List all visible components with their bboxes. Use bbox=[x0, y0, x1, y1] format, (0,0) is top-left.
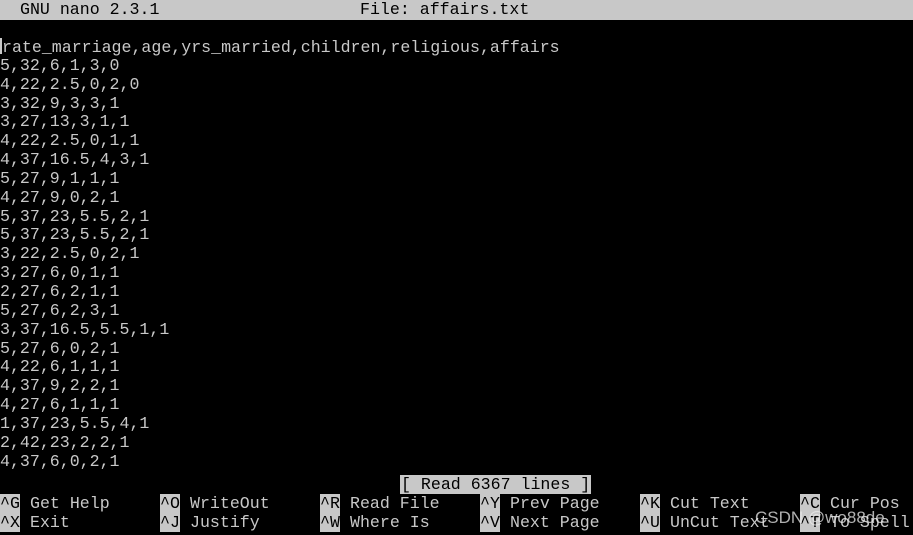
text-line[interactable]: 4,22,2.5,0,1,1 bbox=[0, 131, 560, 151]
shortcut-label: WriteOut bbox=[190, 494, 270, 513]
title-bar: GNU nano 2.3.1 File: affairs.txt bbox=[0, 0, 913, 20]
shortcut-key: ^O bbox=[160, 494, 180, 513]
shortcut-label: Next Page bbox=[510, 513, 600, 532]
shortcut-uncut-text[interactable]: ^U UnCut Text bbox=[640, 513, 770, 532]
shortcut-exit[interactable]: ^X Exit bbox=[0, 513, 70, 532]
line-text: 2,42,23,2,2,1 bbox=[0, 432, 130, 452]
text-line[interactable]: 4,27,9,0,2,1 bbox=[0, 187, 560, 208]
shortcut-justify[interactable]: ^J Justify bbox=[160, 513, 260, 532]
line-text: 4,27,9,0,2,1 bbox=[0, 187, 120, 207]
shortcut-key: ^J bbox=[160, 513, 180, 532]
line-text: 4,22,2.5,0,1,1 bbox=[0, 131, 140, 151]
line-text: 5,27,6,0,2,1 bbox=[0, 338, 120, 358]
file-name: File: affairs.txt bbox=[360, 0, 530, 19]
text-line[interactable]: 5,32,6,1,3,0 bbox=[0, 55, 560, 76]
line-text: 3,27,13,3,1,1 bbox=[0, 112, 130, 132]
shortcut-writeout[interactable]: ^O WriteOut bbox=[160, 494, 270, 513]
text-line[interactable]: 4,37,6,0,2,1 bbox=[0, 451, 560, 472]
text-line[interactable]: 5,27,6,0,2,1 bbox=[0, 338, 560, 359]
line-text: rate_marriage,age,yrs_married,children,r… bbox=[2, 38, 560, 57]
shortcut-key: ^G bbox=[0, 494, 20, 513]
line-text: 5,27,6,2,3,1 bbox=[0, 300, 120, 320]
line-text: 3,32,9,3,3,1 bbox=[0, 93, 120, 113]
line-text: 5,37,23,5.5,2,1 bbox=[0, 206, 150, 226]
text-line[interactable]: 5,37,23,5.5,2,1 bbox=[0, 206, 560, 227]
text-line[interactable]: 5,27,6,2,3,1 bbox=[0, 300, 560, 321]
shortcut-key: ^U bbox=[640, 513, 660, 532]
shortcut-label: Where Is bbox=[350, 513, 430, 532]
app-version: GNU nano 2.3.1 bbox=[20, 0, 160, 19]
text-line[interactable]: 5,37,23,5.5,2,1 bbox=[0, 226, 560, 245]
shortcut-key: ^V bbox=[480, 513, 500, 532]
text-line[interactable]: 2,42,23,2,2,1 bbox=[0, 432, 560, 453]
status-message: [ Read 6367 lines ] bbox=[400, 475, 592, 494]
text-line[interactable]: 4,37,16.5,4,3,1 bbox=[0, 150, 560, 170]
text-editor[interactable]: rate_marriage,age,yrs_married,children,r… bbox=[0, 38, 560, 471]
watermark: CSDN @wo88de bbox=[755, 508, 885, 527]
line-text: 5,32,6,1,3,0 bbox=[0, 55, 120, 75]
text-line[interactable]: 2,27,6,2,1,1 bbox=[0, 281, 560, 302]
line-text: 4,37,9,2,2,1 bbox=[0, 376, 120, 396]
text-line[interactable]: 3,22,2.5,0,2,1 bbox=[0, 244, 560, 264]
text-line[interactable]: 4,37,9,2,2,1 bbox=[0, 376, 560, 396]
line-text: 5,27,9,1,1,1 bbox=[0, 168, 120, 188]
shortcut-label: Read File bbox=[350, 494, 440, 513]
line-text: 3,22,2.5,0,2,1 bbox=[0, 244, 140, 264]
shortcut-next-page[interactable]: ^V Next Page bbox=[480, 513, 600, 532]
text-line[interactable]: 5,27,9,1,1,1 bbox=[0, 168, 560, 189]
shortcut-prev-page[interactable]: ^Y Prev Page bbox=[480, 494, 600, 513]
shortcut-key: ^R bbox=[320, 494, 340, 513]
line-text: 1,37,23,5.5,4,1 bbox=[0, 413, 150, 433]
text-line[interactable]: 3,27,6,0,1,1 bbox=[0, 263, 560, 283]
line-text: 4,37,16.5,4,3,1 bbox=[0, 150, 150, 170]
text-line[interactable]: 4,27,6,1,1,1 bbox=[0, 395, 560, 415]
line-text: 3,37,16.5,5.5,1,1 bbox=[0, 319, 170, 339]
text-line[interactable]: 4,22,2.5,0,2,0 bbox=[0, 74, 560, 95]
shortcut-label: Justify bbox=[190, 513, 260, 532]
text-line[interactable]: 3,37,16.5,5.5,1,1 bbox=[0, 319, 560, 340]
shortcut-read-file[interactable]: ^R Read File bbox=[320, 494, 440, 513]
shortcut-key: ^Y bbox=[480, 494, 500, 513]
line-text: 4,22,2.5,0,2,0 bbox=[0, 74, 140, 94]
line-text: 5,37,23,5.5,2,1 bbox=[0, 225, 150, 245]
line-text: 4,37,6,0,2,1 bbox=[0, 451, 120, 471]
text-line[interactable]: 1,37,23,5.5,4,1 bbox=[0, 413, 560, 434]
text-line[interactable]: rate_marriage,age,yrs_married,children,r… bbox=[0, 38, 560, 57]
line-text: 2,27,6,2,1,1 bbox=[0, 281, 120, 301]
line-text: 4,27,6,1,1,1 bbox=[0, 395, 120, 415]
shortcut-label: Get Help bbox=[30, 494, 110, 513]
shortcut-get-help[interactable]: ^G Get Help bbox=[0, 494, 110, 513]
line-text: 4,22,6,1,1,1 bbox=[0, 357, 120, 377]
shortcut-key: ^W bbox=[320, 513, 340, 532]
text-line[interactable]: 3,27,13,3,1,1 bbox=[0, 112, 560, 132]
shortcut-key: ^X bbox=[0, 513, 20, 532]
text-line[interactable]: 4,22,6,1,1,1 bbox=[0, 357, 560, 377]
shortcut-label: Exit bbox=[30, 513, 70, 532]
shortcut-label: Prev Page bbox=[510, 494, 600, 513]
line-text: 3,27,6,0,1,1 bbox=[0, 263, 120, 283]
shortcut-where-is[interactable]: ^W Where Is bbox=[320, 513, 430, 532]
shortcut-label: Cut Text bbox=[670, 494, 750, 513]
shortcut-key: ^K bbox=[640, 494, 660, 513]
shortcut-cut-text[interactable]: ^K Cut Text bbox=[640, 494, 750, 513]
text-line[interactable]: 3,32,9,3,3,1 bbox=[0, 93, 560, 114]
